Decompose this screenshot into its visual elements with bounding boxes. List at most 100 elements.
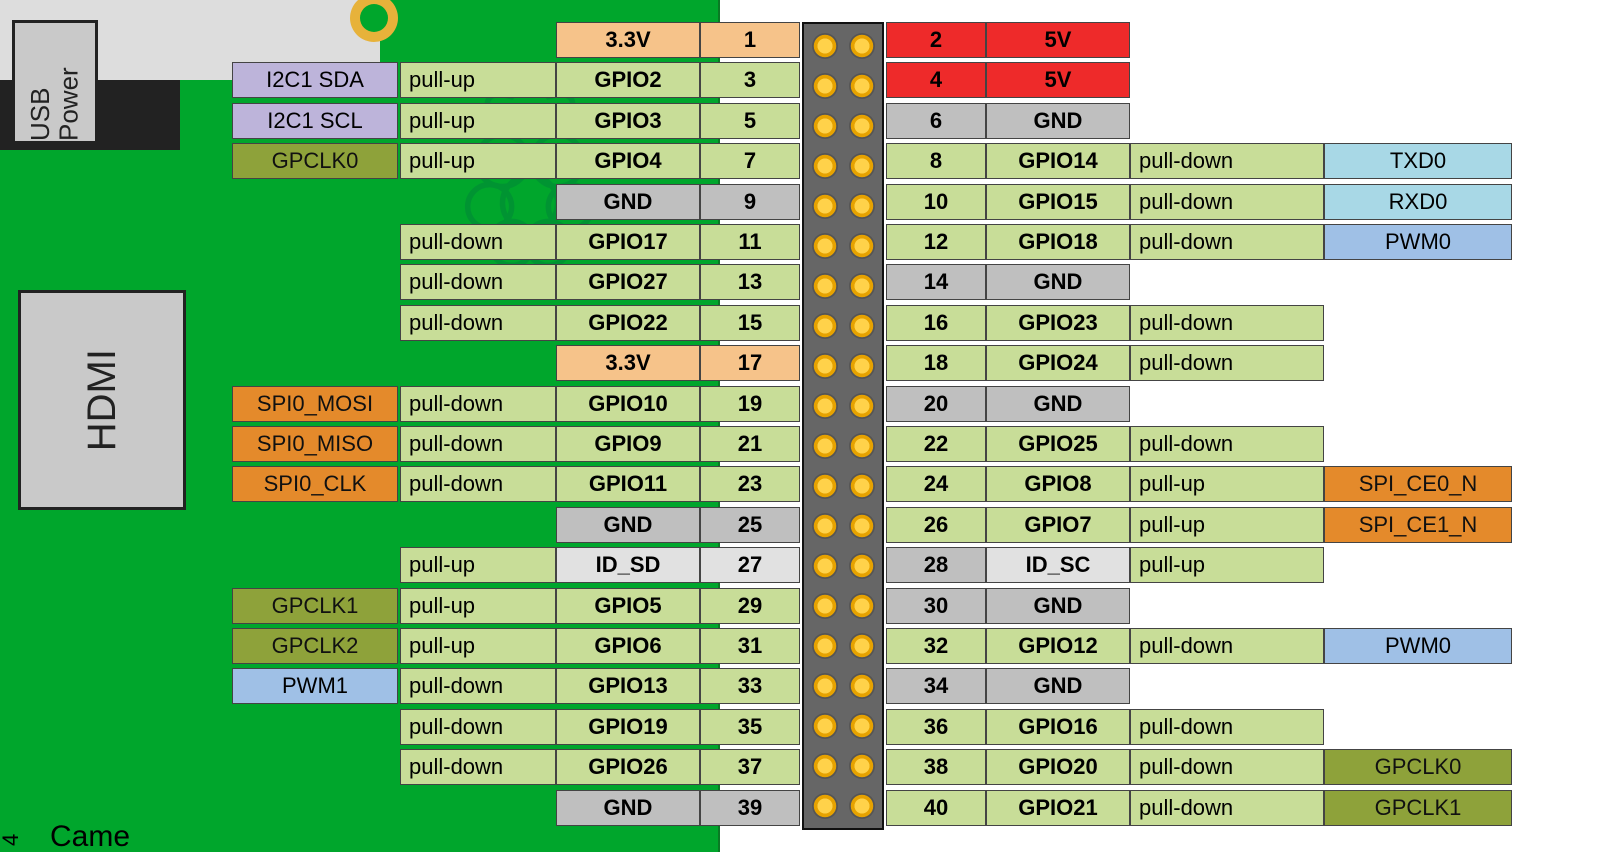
pin-alt: PWM1 [232, 668, 398, 704]
pin-number: 1 [700, 22, 800, 58]
header-pin [812, 673, 838, 699]
pin-alt: PWM0 [1324, 224, 1512, 260]
pin-pull: pull-down [1130, 426, 1324, 462]
pin-name: GPIO16 [986, 709, 1130, 745]
pin-pull: pull-down [400, 386, 556, 422]
pin-name: GPIO21 [986, 790, 1130, 826]
pin-name: GPIO5 [556, 588, 700, 624]
pin-number: 13 [700, 264, 800, 300]
pin-name: GPIO27 [556, 264, 700, 300]
pin-number: 6 [886, 103, 986, 139]
pin-name: GND [986, 668, 1130, 704]
pin-number: 25 [700, 507, 800, 543]
pin-pull: pull-up [400, 143, 556, 179]
pin-pull: pull-down [400, 305, 556, 341]
pin-alt: PWM0 [1324, 628, 1512, 664]
pin-number: 15 [700, 305, 800, 341]
pin-name: 5V [986, 22, 1130, 58]
pin-number: 11 [700, 224, 800, 260]
pin-pull: pull-up [400, 103, 556, 139]
pin-name: GPIO12 [986, 628, 1130, 664]
pin-number: 34 [886, 668, 986, 704]
pin-pull: pull-up [1130, 466, 1324, 502]
pin-name: GPIO11 [556, 466, 700, 502]
pin-alt: TXD0 [1324, 143, 1512, 179]
header-pin [812, 353, 838, 379]
header-pin [812, 593, 838, 619]
pin-name: GND [556, 184, 700, 220]
header-pin [849, 273, 875, 299]
pin-name: GPIO23 [986, 305, 1130, 341]
pin-number: 33 [700, 668, 800, 704]
pin-pull: pull-down [400, 749, 556, 785]
pin-number: 30 [886, 588, 986, 624]
pin-number: 4 [886, 62, 986, 98]
pin-number: 3 [700, 62, 800, 98]
header-pin [812, 513, 838, 539]
pin-name: GPIO8 [986, 466, 1130, 502]
pin-pull: pull-down [1130, 709, 1324, 745]
header-pin [849, 193, 875, 219]
pin-pull: pull-down [1130, 184, 1324, 220]
pin-number: 2 [886, 22, 986, 58]
header-pin [812, 273, 838, 299]
header-pin [812, 33, 838, 59]
pin-name: GPIO26 [556, 749, 700, 785]
usb-power-label: USB Power [26, 23, 83, 141]
header-pin [849, 233, 875, 259]
pin-number: 16 [886, 305, 986, 341]
pin-pull: pull-down [400, 709, 556, 745]
pin-name: GPIO18 [986, 224, 1130, 260]
hdmi-port: HDMI [18, 290, 186, 510]
pin-alt: SPI_CE1_N [1324, 507, 1512, 543]
pin-pull: pull-down [1130, 224, 1324, 260]
pin-name: ID_SC [986, 547, 1130, 583]
header-pin [812, 473, 838, 499]
pin-alt: SPI_CE0_N [1324, 466, 1512, 502]
pin-name: GPIO22 [556, 305, 700, 341]
pin-name: GPIO15 [986, 184, 1130, 220]
pin-number: 19 [700, 386, 800, 422]
pin-alt: GPCLK0 [1324, 749, 1512, 785]
pin-pull: pull-down [400, 668, 556, 704]
header-pin [849, 33, 875, 59]
hdmi-label: HDMI [80, 349, 125, 451]
pin-number: 28 [886, 547, 986, 583]
header-pin [812, 73, 838, 99]
header-pin [849, 793, 875, 819]
pin-alt: GPCLK1 [232, 588, 398, 624]
pin-name: GPIO9 [556, 426, 700, 462]
pin-name: GPIO20 [986, 749, 1130, 785]
pin-number: 26 [886, 507, 986, 543]
header-pin [812, 713, 838, 739]
pin-alt: SPI0_MOSI [232, 386, 398, 422]
pin-pull: pull-down [400, 466, 556, 502]
pin-alt: GPCLK0 [232, 143, 398, 179]
pin-name: ID_SD [556, 547, 700, 583]
pin-number: 32 [886, 628, 986, 664]
pin-pull: pull-down [1130, 628, 1324, 664]
pin-name: GND [556, 790, 700, 826]
pin-name: GND [556, 507, 700, 543]
pin-number: 8 [886, 143, 986, 179]
pin-pull: pull-down [1130, 345, 1324, 381]
pin-pull: pull-up [400, 588, 556, 624]
pin-name: GND [986, 264, 1130, 300]
pin-number: 35 [700, 709, 800, 745]
pin-pull: pull-down [400, 264, 556, 300]
header-pin [849, 153, 875, 179]
pin-name: 5V [986, 62, 1130, 98]
header-pin [812, 433, 838, 459]
pin-pull: pull-down [1130, 749, 1324, 785]
pin-pull: pull-down [400, 426, 556, 462]
pin-pull: pull-down [1130, 143, 1324, 179]
header-pin [849, 473, 875, 499]
pin-name: GND [986, 386, 1130, 422]
pin-name: GPIO24 [986, 345, 1130, 381]
pin-alt: GPCLK1 [1324, 790, 1512, 826]
header-pin [812, 153, 838, 179]
pin-name: GPIO17 [556, 224, 700, 260]
header-pin [849, 633, 875, 659]
header-pin [849, 673, 875, 699]
pin-name: 3.3V [556, 22, 700, 58]
